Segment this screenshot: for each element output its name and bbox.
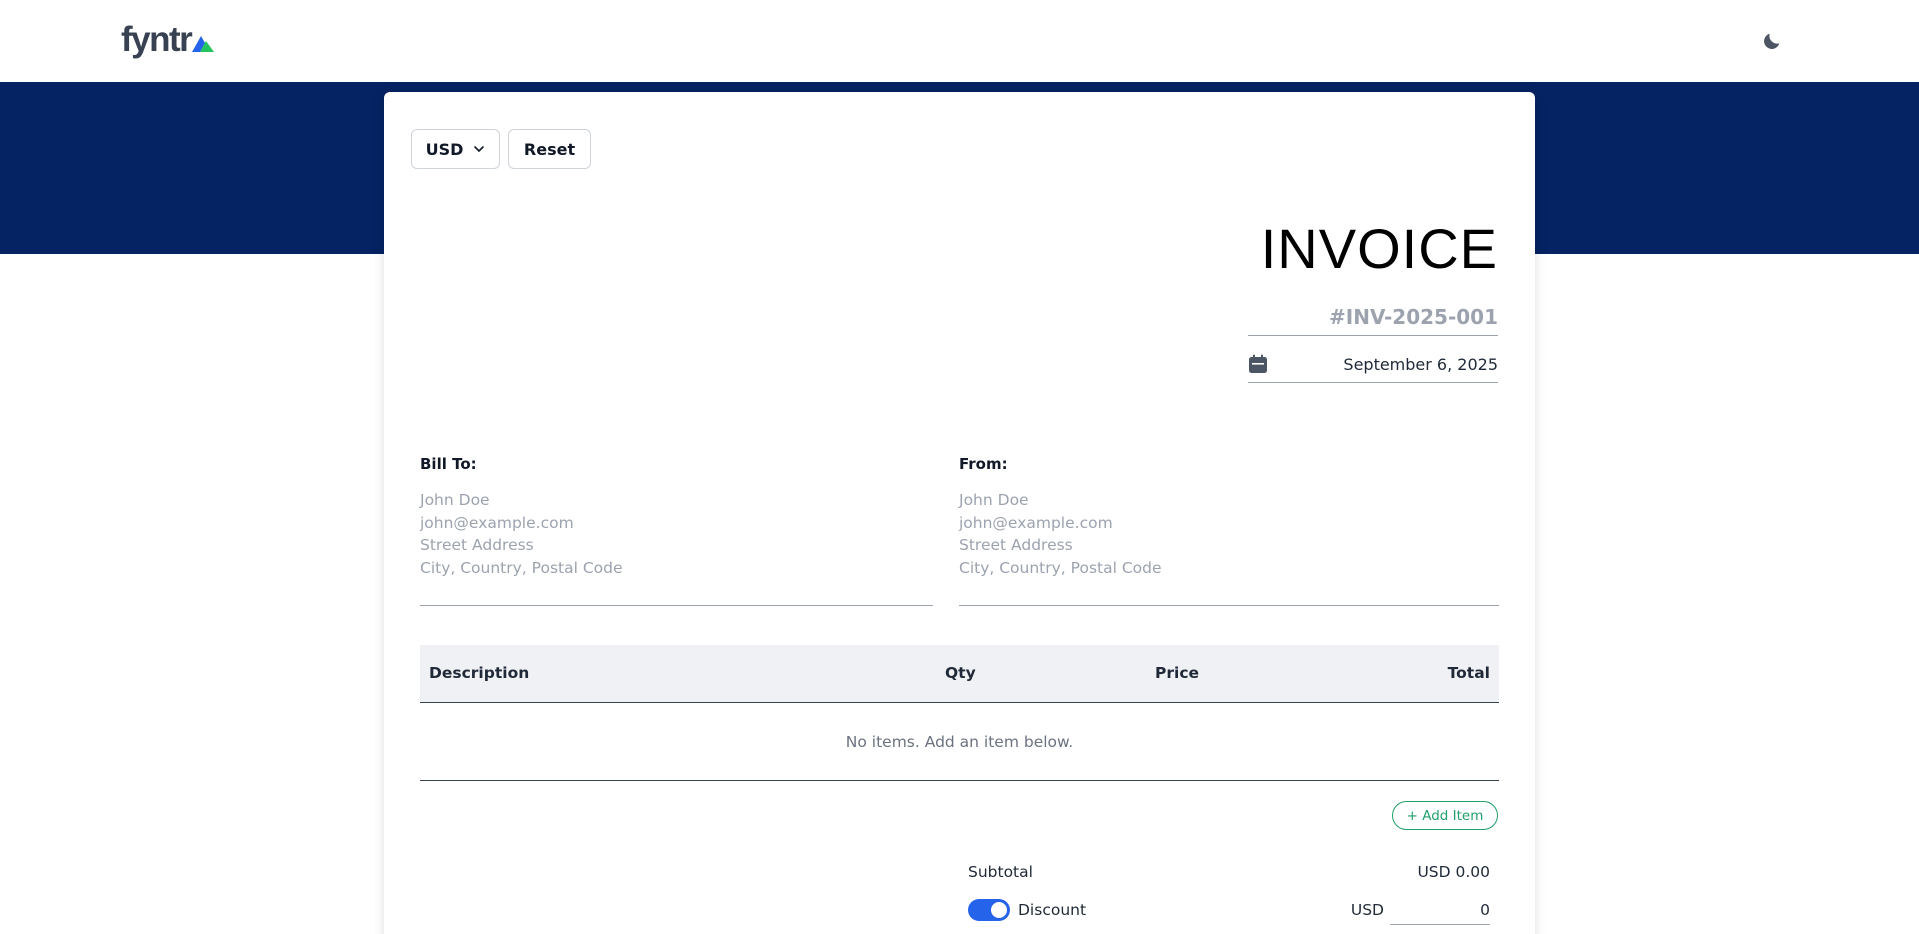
from-street: Street Address: [959, 536, 1073, 554]
column-header-price: Price: [1155, 664, 1200, 682]
top-navbar: fyntr: [0, 0, 1919, 82]
calendar-icon: [1249, 354, 1267, 373]
subtotal-label: Subtotal: [968, 863, 1033, 881]
from-section: From: John Doe john@example.com Street A…: [959, 454, 1499, 606]
bill-to-street: Street Address: [420, 536, 534, 554]
chevron-down-icon: [474, 146, 485, 153]
discount-input[interactable]: [1390, 895, 1490, 925]
subtotal-value: USD 0.00: [1417, 863, 1490, 881]
column-header-description: Description: [429, 664, 530, 682]
invoice-date-field[interactable]: September 6, 2025: [1248, 346, 1498, 383]
bill-to-textarea[interactable]: John Doe john@example.com Street Address…: [420, 489, 933, 606]
app-logo[interactable]: fyntr: [121, 20, 215, 59]
items-table: Description Qty Price Total No items. Ad…: [420, 645, 1499, 781]
bill-to-city: City, Country, Postal Code: [420, 558, 623, 577]
from-city: City, Country, Postal Code: [959, 558, 1162, 577]
currency-select-label: USD: [425, 139, 464, 159]
column-header-total: Total: [1447, 664, 1490, 682]
toggle-knob: [991, 902, 1007, 918]
discount-toggle[interactable]: [968, 899, 1010, 921]
currency-select[interactable]: USD: [411, 129, 500, 169]
from-textarea[interactable]: John Doe john@example.com Street Address…: [959, 489, 1499, 606]
items-table-empty-row: No items. Add an item below.: [420, 703, 1499, 781]
column-header-qty: Qty: [945, 664, 976, 682]
from-label: From:: [959, 455, 1008, 473]
invoice-card: USD Reset INVOICE #INV-2025-001 Septembe…: [384, 92, 1535, 934]
logo-text: fyntr: [121, 20, 193, 59]
subtotal-row: Subtotal USD 0.00: [968, 860, 1490, 884]
invoice-number-field[interactable]: #INV-2025-001: [1248, 301, 1498, 336]
empty-items-message: No items. Add an item below.: [845, 732, 1074, 751]
moon-icon[interactable]: [1761, 30, 1783, 52]
bill-to-name: John Doe: [420, 491, 490, 509]
bill-to-label: Bill To:: [420, 455, 477, 473]
invoice-title: INVOICE: [1260, 217, 1498, 280]
logo-mark-icon: [192, 36, 215, 52]
from-name: John Doe: [959, 491, 1029, 509]
discount-row: Discount USD: [968, 893, 1490, 927]
invoice-date-value: September 6, 2025: [1343, 354, 1498, 374]
add-item-button[interactable]: + Add Item: [1392, 801, 1498, 830]
discount-label: Discount: [1018, 901, 1087, 919]
discount-currency: USD: [1350, 901, 1384, 919]
bill-to-email: john@example.com: [420, 513, 574, 532]
reset-button[interactable]: Reset: [508, 129, 591, 169]
from-email: john@example.com: [959, 513, 1113, 532]
bill-to-section: Bill To: John Doe john@example.com Stree…: [420, 454, 933, 606]
items-table-header: Description Qty Price Total: [420, 645, 1499, 703]
